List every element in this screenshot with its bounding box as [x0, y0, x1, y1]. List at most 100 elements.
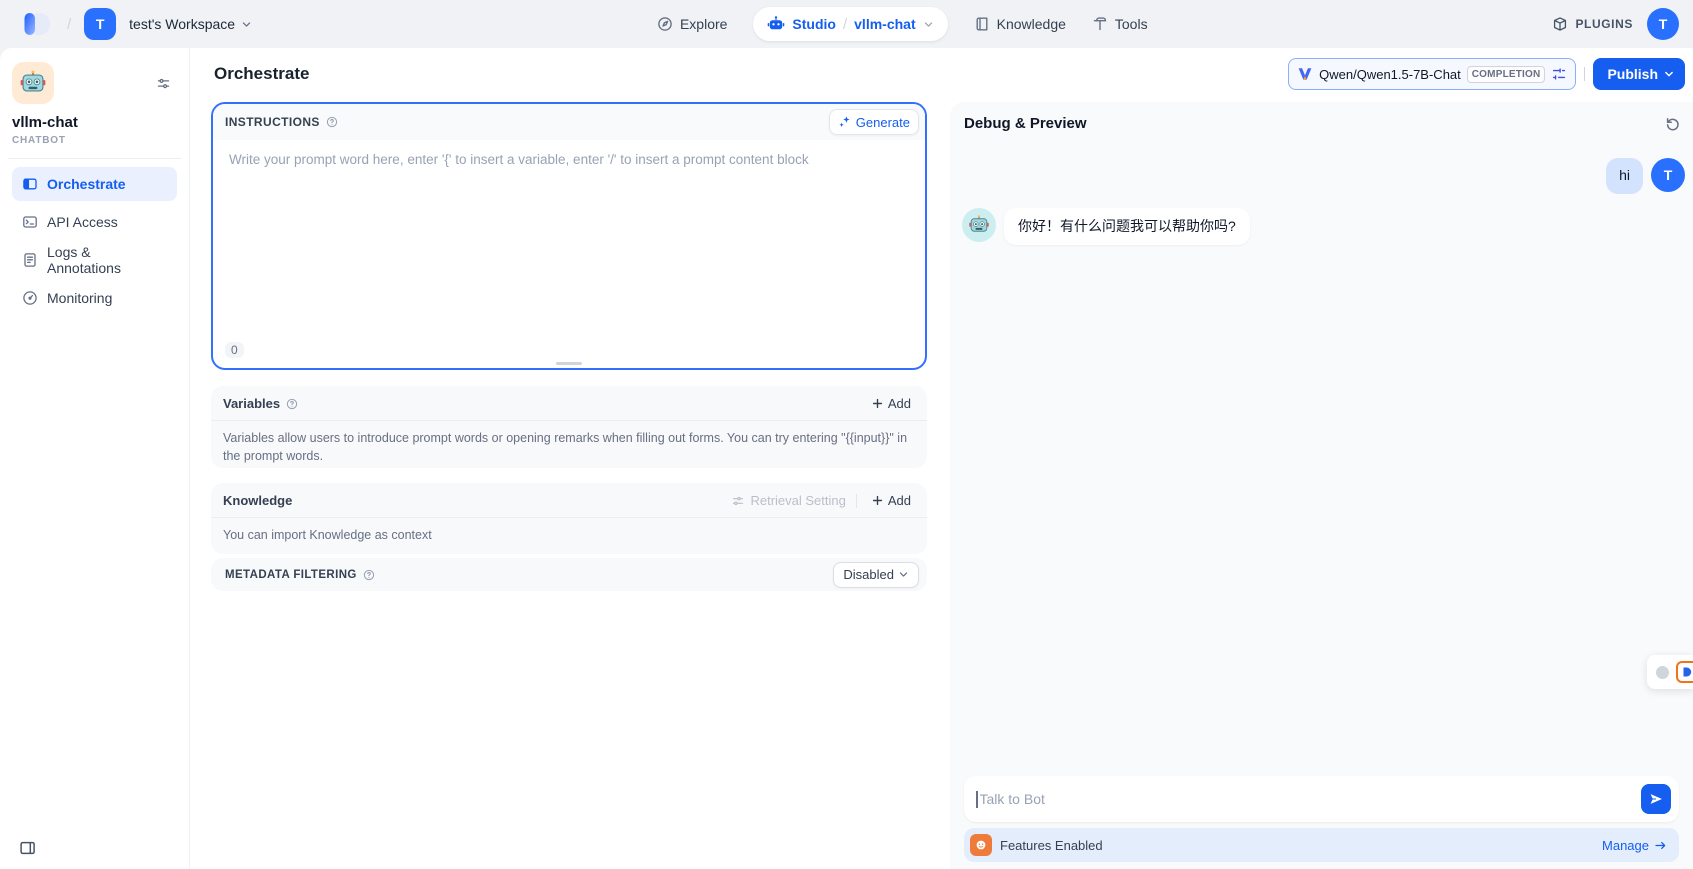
chat-input[interactable] — [980, 791, 1642, 807]
plugins-button[interactable]: PLUGINS — [1552, 16, 1633, 32]
app-type-label: CHATBOT — [12, 135, 177, 146]
nav-studio-label: Studio — [792, 16, 836, 32]
info-icon — [326, 116, 338, 128]
knowledge-title: Knowledge — [223, 493, 292, 508]
nav-studio-pill[interactable]: Studio / vllm-chat — [753, 7, 947, 41]
plus-icon — [871, 397, 884, 410]
tune-icon — [1551, 66, 1567, 82]
features-bar: Features Enabled Manage — [964, 828, 1679, 862]
debug-title: Debug & Preview — [964, 115, 1087, 132]
nav-right: PLUGINS T — [1552, 8, 1679, 40]
instructions-placeholder: Write your prompt word here, enter '{' t… — [229, 152, 809, 167]
metadata-filtering-row: METADATA FILTERING Disabled — [211, 558, 927, 591]
variables-title: Variables — [223, 396, 280, 411]
workspace-name: test's Workspace — [129, 16, 235, 32]
app-shell: vllm-chat CHATBOT Orchestrate API Access… — [0, 48, 1693, 869]
knowledge-section: Knowledge Retrieval Setting Add Yo — [211, 483, 927, 554]
add-knowledge-button[interactable]: Add — [867, 491, 915, 510]
nav-current-app: vllm-chat — [854, 16, 915, 32]
generate-button[interactable]: Generate — [829, 109, 919, 135]
hammer-icon — [1092, 16, 1108, 32]
content-body: INSTRUCTIONS Generate Write your prompt … — [190, 100, 1693, 869]
drag-dot[interactable] — [1656, 666, 1669, 679]
metadata-title: METADATA FILTERING — [225, 569, 357, 581]
knowledge-header: Knowledge Retrieval Setting Add — [211, 483, 927, 518]
features-icon — [970, 834, 992, 856]
app-name: vllm-chat — [12, 114, 177, 131]
add-variable-button[interactable]: Add — [867, 394, 915, 413]
chat-input-box[interactable] — [964, 776, 1679, 822]
knowledge-description: You can import Knowledge as context — [211, 518, 927, 554]
user-avatar[interactable]: T — [1647, 8, 1679, 40]
header-actions: Qwen/Qwen1.5-7B-Chat COMPLETION Publish — [1288, 58, 1685, 90]
workspace-switcher[interactable]: test's Workspace — [129, 16, 252, 32]
helper-widget[interactable] — [1647, 655, 1693, 689]
instructions-editor[interactable]: Write your prompt word here, enter '{' t… — [213, 140, 925, 179]
sidebar-item-orchestrate[interactable]: Orchestrate — [12, 167, 177, 201]
manage-features-link[interactable]: Manage — [1602, 838, 1667, 853]
sidebar: vllm-chat CHATBOT Orchestrate API Access… — [0, 48, 190, 869]
instructions-header: INSTRUCTIONS Generate — [213, 104, 925, 140]
restart-conversation-button[interactable] — [1665, 116, 1681, 132]
plus-icon — [871, 494, 884, 507]
variables-section: Variables Add Variables allow users to i… — [211, 386, 927, 468]
send-button[interactable] — [1641, 784, 1671, 814]
top-nav: / T test's Workspace Explore Studio — [0, 0, 1693, 48]
chevron-down-icon — [241, 19, 252, 30]
retrieval-setting-button[interactable]: Retrieval Setting — [731, 493, 845, 508]
info-icon — [363, 569, 375, 581]
pill-separator: / — [843, 16, 847, 33]
publish-button[interactable]: Publish — [1593, 58, 1685, 90]
model-name: Qwen/Qwen1.5-7B-Chat — [1319, 67, 1461, 82]
debug-header: Debug & Preview — [950, 102, 1693, 132]
model-provider-icon — [1297, 66, 1313, 82]
user-chat-avatar: T — [1651, 158, 1685, 192]
nav-explore[interactable]: Explore — [657, 16, 727, 32]
sidebar-item-monitoring[interactable]: Monitoring — [12, 281, 177, 315]
sidebar-item-logs-annotations[interactable]: Logs & Annotations — [12, 243, 177, 277]
robot-icon — [767, 15, 785, 33]
variables-header: Variables Add — [211, 386, 927, 421]
text-cursor — [976, 791, 978, 808]
bot-chat-avatar — [962, 208, 996, 242]
nav-tools[interactable]: Tools — [1092, 16, 1148, 32]
model-tune-icon[interactable] — [1551, 66, 1567, 82]
divider — [856, 494, 857, 508]
features-label: Features Enabled — [1000, 838, 1103, 853]
metadata-filtering-toggle[interactable]: Disabled — [833, 562, 919, 588]
instructions-title: INSTRUCTIONS — [225, 115, 320, 129]
explore-icon — [657, 16, 673, 32]
chat-message-assistant: 你好！有什么问题我可以帮助你吗? — [962, 208, 1685, 246]
variables-description: Variables allow users to introduce promp… — [211, 421, 927, 475]
nav-separator: / — [67, 16, 71, 33]
chevron-down-icon — [923, 19, 934, 30]
workspace-avatar[interactable]: T — [84, 8, 116, 40]
sidebar-item-api-access[interactable]: API Access — [12, 205, 177, 239]
nav-knowledge[interactable]: Knowledge — [974, 16, 1066, 32]
dify-badge-icon[interactable] — [1676, 661, 1693, 683]
collapse-panel-icon — [19, 840, 36, 856]
dify-logo[interactable] — [24, 13, 54, 35]
info-icon — [286, 398, 298, 410]
send-icon — [1649, 792, 1663, 806]
collapse-sidebar-button[interactable] — [19, 840, 36, 861]
divider — [1584, 67, 1585, 81]
chat-messages[interactable]: hi T — [950, 132, 1693, 776]
divider — [8, 158, 181, 159]
content-header: Orchestrate Qwen/Qwen1.5-7B-Chat COMPLET… — [190, 48, 1693, 100]
robot-avatar-icon — [968, 214, 990, 236]
resize-handle[interactable] — [556, 362, 582, 366]
restart-icon — [1665, 116, 1681, 132]
arrow-right-icon — [1654, 839, 1667, 852]
app-settings-button[interactable] — [156, 76, 171, 96]
main-content: Orchestrate Qwen/Qwen1.5-7B-Chat COMPLET… — [190, 48, 1693, 869]
retrieval-icon — [731, 494, 745, 508]
chevron-down-icon — [898, 569, 909, 580]
model-mode-badge: COMPLETION — [1467, 66, 1546, 83]
model-selector[interactable]: Qwen/Qwen1.5-7B-Chat COMPLETION — [1288, 58, 1576, 90]
page-title: Orchestrate — [214, 64, 309, 84]
app-avatar[interactable] — [12, 62, 54, 104]
gauge-icon — [22, 290, 38, 306]
user-message-bubble: hi — [1606, 158, 1643, 194]
orchestrate-config: INSTRUCTIONS Generate Write your prompt … — [190, 100, 950, 869]
